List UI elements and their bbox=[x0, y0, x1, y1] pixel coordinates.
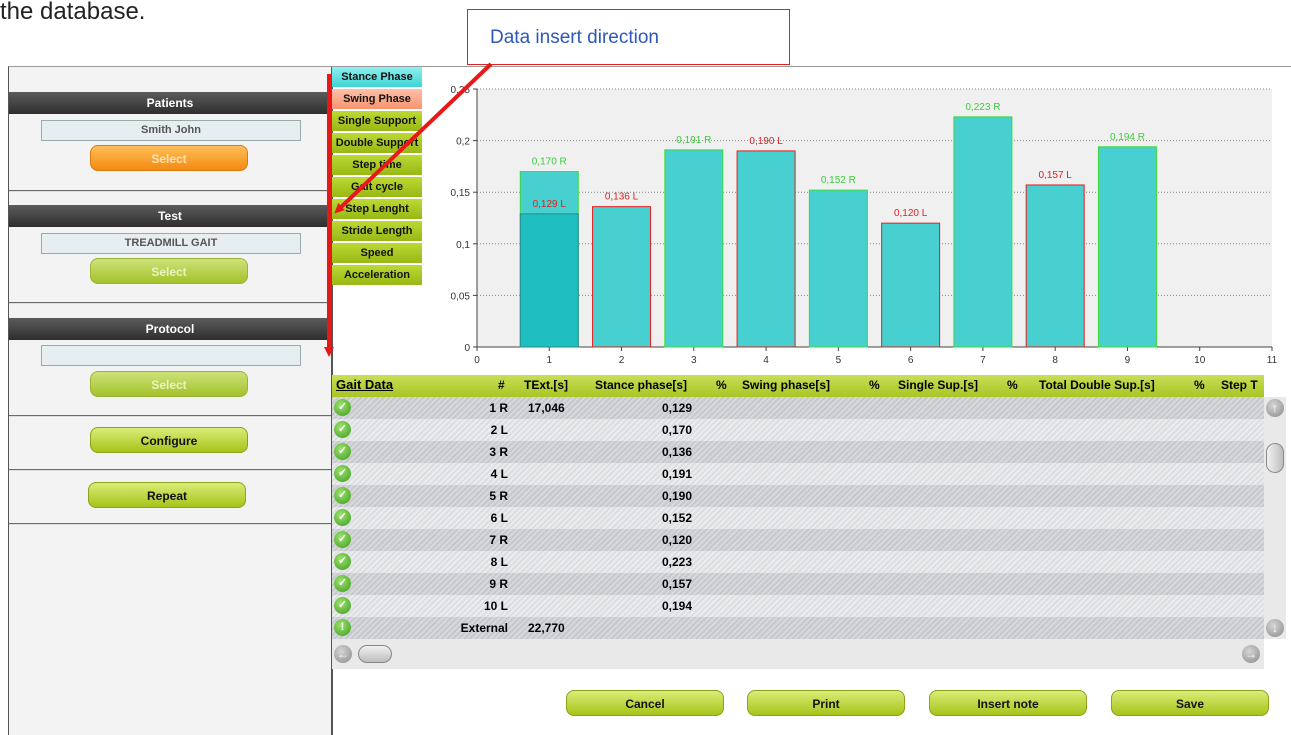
arrow-diagonal bbox=[334, 62, 493, 214]
annotation-arrows bbox=[324, 62, 493, 357]
